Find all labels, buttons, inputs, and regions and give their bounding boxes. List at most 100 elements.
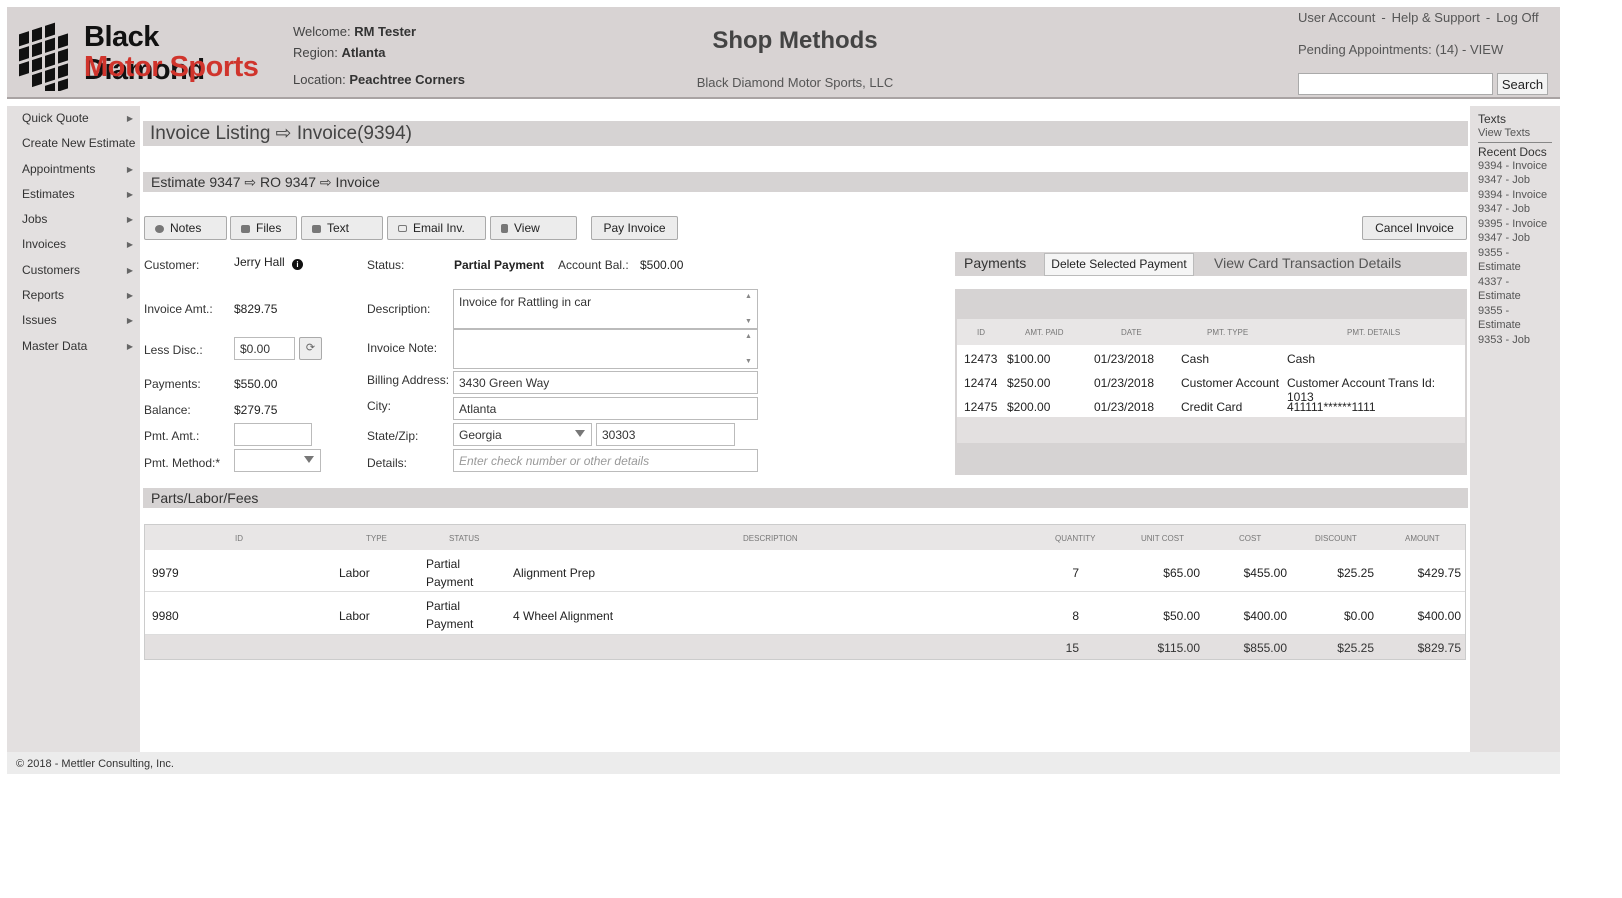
sidebar-filler	[7, 376, 140, 752]
sidebar-item-invoices[interactable]: Invoices ▶	[7, 232, 140, 257]
caret-right-icon: ▶	[126, 189, 133, 199]
part-discount: $0.00	[1343, 609, 1374, 623]
pay-invoice-button[interactable]: Pay Invoice	[591, 216, 678, 240]
column-header: DESCRIPTION	[743, 534, 798, 543]
payment-date: 01/23/2018	[1094, 376, 1155, 390]
column-header: PMT. TYPE	[1207, 328, 1249, 337]
billing-address-input[interactable]: 3430 Green Way	[453, 371, 758, 394]
text-button[interactable]: Text	[301, 216, 383, 240]
table-footer	[957, 417, 1465, 443]
search-button[interactable]: Search	[1497, 73, 1548, 95]
notes-icon	[155, 224, 164, 233]
sidebar-item-quick-quote[interactable]: Quick Quote ▶	[7, 106, 140, 131]
user-account-link[interactable]: User Account	[1298, 10, 1375, 25]
part-type: Labor	[339, 566, 370, 580]
recent-doc-link[interactable]: 9353 - Job	[1478, 333, 1552, 348]
zip-input[interactable]: 30303	[596, 423, 735, 446]
info-icon[interactable]: i	[292, 259, 303, 270]
pmt-method-label: Pmt. Method:*	[144, 456, 221, 470]
sidebar-item-estimates[interactable]: Estimates ▶	[7, 182, 140, 207]
sidebar-item-create-new-estimate[interactable]: Create New Estimate	[7, 131, 140, 156]
delete-selected-payment-button[interactable]: Delete Selected Payment	[1044, 253, 1194, 276]
notes-button-label: Notes	[170, 221, 202, 235]
recent-doc-link[interactable]: 9355 - Estimate	[1478, 246, 1552, 275]
table-row[interactable]: 9979 Labor Partial Payment Alignment Pre…	[145, 550, 1465, 592]
sidebar-item-customers[interactable]: Customers ▶	[7, 258, 140, 283]
log-off-link[interactable]: Log Off	[1496, 10, 1538, 25]
refresh-icon: ⟳	[305, 342, 316, 354]
part-status: Payment	[426, 617, 474, 631]
link-separator: -	[1381, 10, 1386, 25]
caret-right-icon: ▶	[126, 341, 133, 351]
notes-button[interactable]: Notes	[144, 216, 227, 240]
column-header: PMT. DETAILS	[1347, 328, 1401, 337]
column-header: AMT. PAID	[1025, 328, 1064, 337]
pending-appointments-link[interactable]: Pending Appointments: (14) - VIEW	[1298, 42, 1503, 57]
files-button[interactable]: Files	[230, 216, 297, 240]
invoice-note-textarea[interactable]: ▲ ▼	[453, 329, 758, 369]
recent-doc-link[interactable]: 4337 - Estimate	[1478, 275, 1552, 304]
recent-doc-link[interactable]: 9394 - Invoice	[1478, 159, 1552, 174]
status-label: Status:	[367, 258, 405, 272]
parts-table: ID TYPE STATUS DESCRIPTION QUANTITY UNIT…	[144, 524, 1466, 660]
diamond-grid-icon	[19, 22, 68, 91]
column-header: COST	[1239, 534, 1262, 543]
sidebar-item-label: Issues	[22, 313, 57, 328]
view-card-transaction-link[interactable]: View Card Transaction Details	[1214, 255, 1401, 271]
sidebar-item-reports[interactable]: Reports ▶	[7, 283, 140, 308]
city-label: City:	[367, 399, 391, 413]
divider	[1478, 141, 1552, 143]
less-disc-input[interactable]: $0.00	[234, 337, 295, 360]
total-quantity: 15	[1065, 641, 1079, 655]
payments-table: ID AMT. PAID DATE PMT. TYPE PMT. DETAILS…	[957, 319, 1465, 443]
view-button-label: View	[514, 221, 540, 235]
part-status: Payment	[426, 575, 474, 589]
search-input[interactable]	[1298, 73, 1493, 95]
caret-right-icon: ▶	[126, 114, 133, 123]
sidebar-item-label: Invoices	[22, 237, 67, 252]
sidebar-item-jobs[interactable]: Jobs ▶	[7, 207, 140, 232]
part-quantity: 7	[1072, 566, 1079, 580]
payment-date: 01/23/2018	[1094, 400, 1155, 414]
part-id: 9979	[152, 566, 179, 580]
description-label: Description:	[367, 302, 431, 316]
sidebar-item-appointments[interactable]: Appointments ▶	[7, 157, 140, 182]
recent-doc-link[interactable]: 9347 - Job	[1478, 202, 1552, 217]
arrow-down-icon: ▼	[745, 358, 752, 365]
sidebar-item-master-data[interactable]: Master Data ▶	[7, 334, 140, 359]
state-zip-label: State/Zip:	[367, 429, 419, 443]
payment-id: 12474	[964, 376, 998, 390]
caret-right-icon: ▶	[126, 240, 133, 250]
scrollbar[interactable]: ▲ ▼	[742, 291, 756, 327]
scrollbar[interactable]: ▲ ▼	[742, 331, 756, 367]
details-input[interactable]: Enter check number or other details	[453, 449, 758, 472]
description-textarea[interactable]: Invoice for Rattling in car ▲ ▼	[453, 289, 758, 329]
refresh-discount-button[interactable]: ⟳	[299, 337, 322, 360]
cancel-invoice-button[interactable]: Cancel Invoice	[1362, 216, 1467, 240]
invoice-amt-value: $829.75	[234, 302, 278, 316]
recent-doc-link[interactable]: 9347 - Job	[1478, 173, 1552, 188]
view-texts-link[interactable]: View Texts	[1478, 126, 1552, 141]
part-cost: $400.00	[1243, 609, 1287, 623]
pmt-amt-input[interactable]	[234, 423, 312, 446]
logo[interactable]: Black Diamond Motor Sports	[17, 15, 282, 91]
recent-doc-link[interactable]: 9355 - Estimate	[1478, 304, 1552, 333]
email-invoice-button[interactable]: Email Inv.	[387, 216, 486, 240]
help-support-link[interactable]: Help & Support	[1392, 10, 1480, 25]
camera-icon	[241, 224, 250, 233]
state-select[interactable]: Georgia	[453, 423, 592, 446]
customer-value[interactable]: Jerry Hall	[234, 255, 285, 269]
recent-doc-link[interactable]: 9394 - Invoice	[1478, 188, 1552, 203]
payment-amount: $100.00	[1007, 352, 1051, 366]
sidebar-item-issues[interactable]: Issues ▶	[7, 308, 140, 333]
recent-doc-link[interactable]: 9347 - Job	[1478, 231, 1552, 246]
table-row[interactable]: 9980 Labor Partial Payment 4 Wheel Align…	[145, 593, 1465, 635]
recent-doc-link[interactable]: 9395 - Invoice	[1478, 217, 1552, 232]
pmt-method-select[interactable]	[234, 449, 321, 472]
city-input[interactable]: Atlanta	[453, 397, 758, 420]
payment-details: 411111******1111	[1287, 400, 1376, 414]
payment-details: Cash	[1287, 352, 1316, 366]
text-button-label: Text	[327, 221, 350, 235]
view-button[interactable]: View	[490, 216, 577, 240]
invoice-note-label: Invoice Note:	[367, 341, 438, 355]
